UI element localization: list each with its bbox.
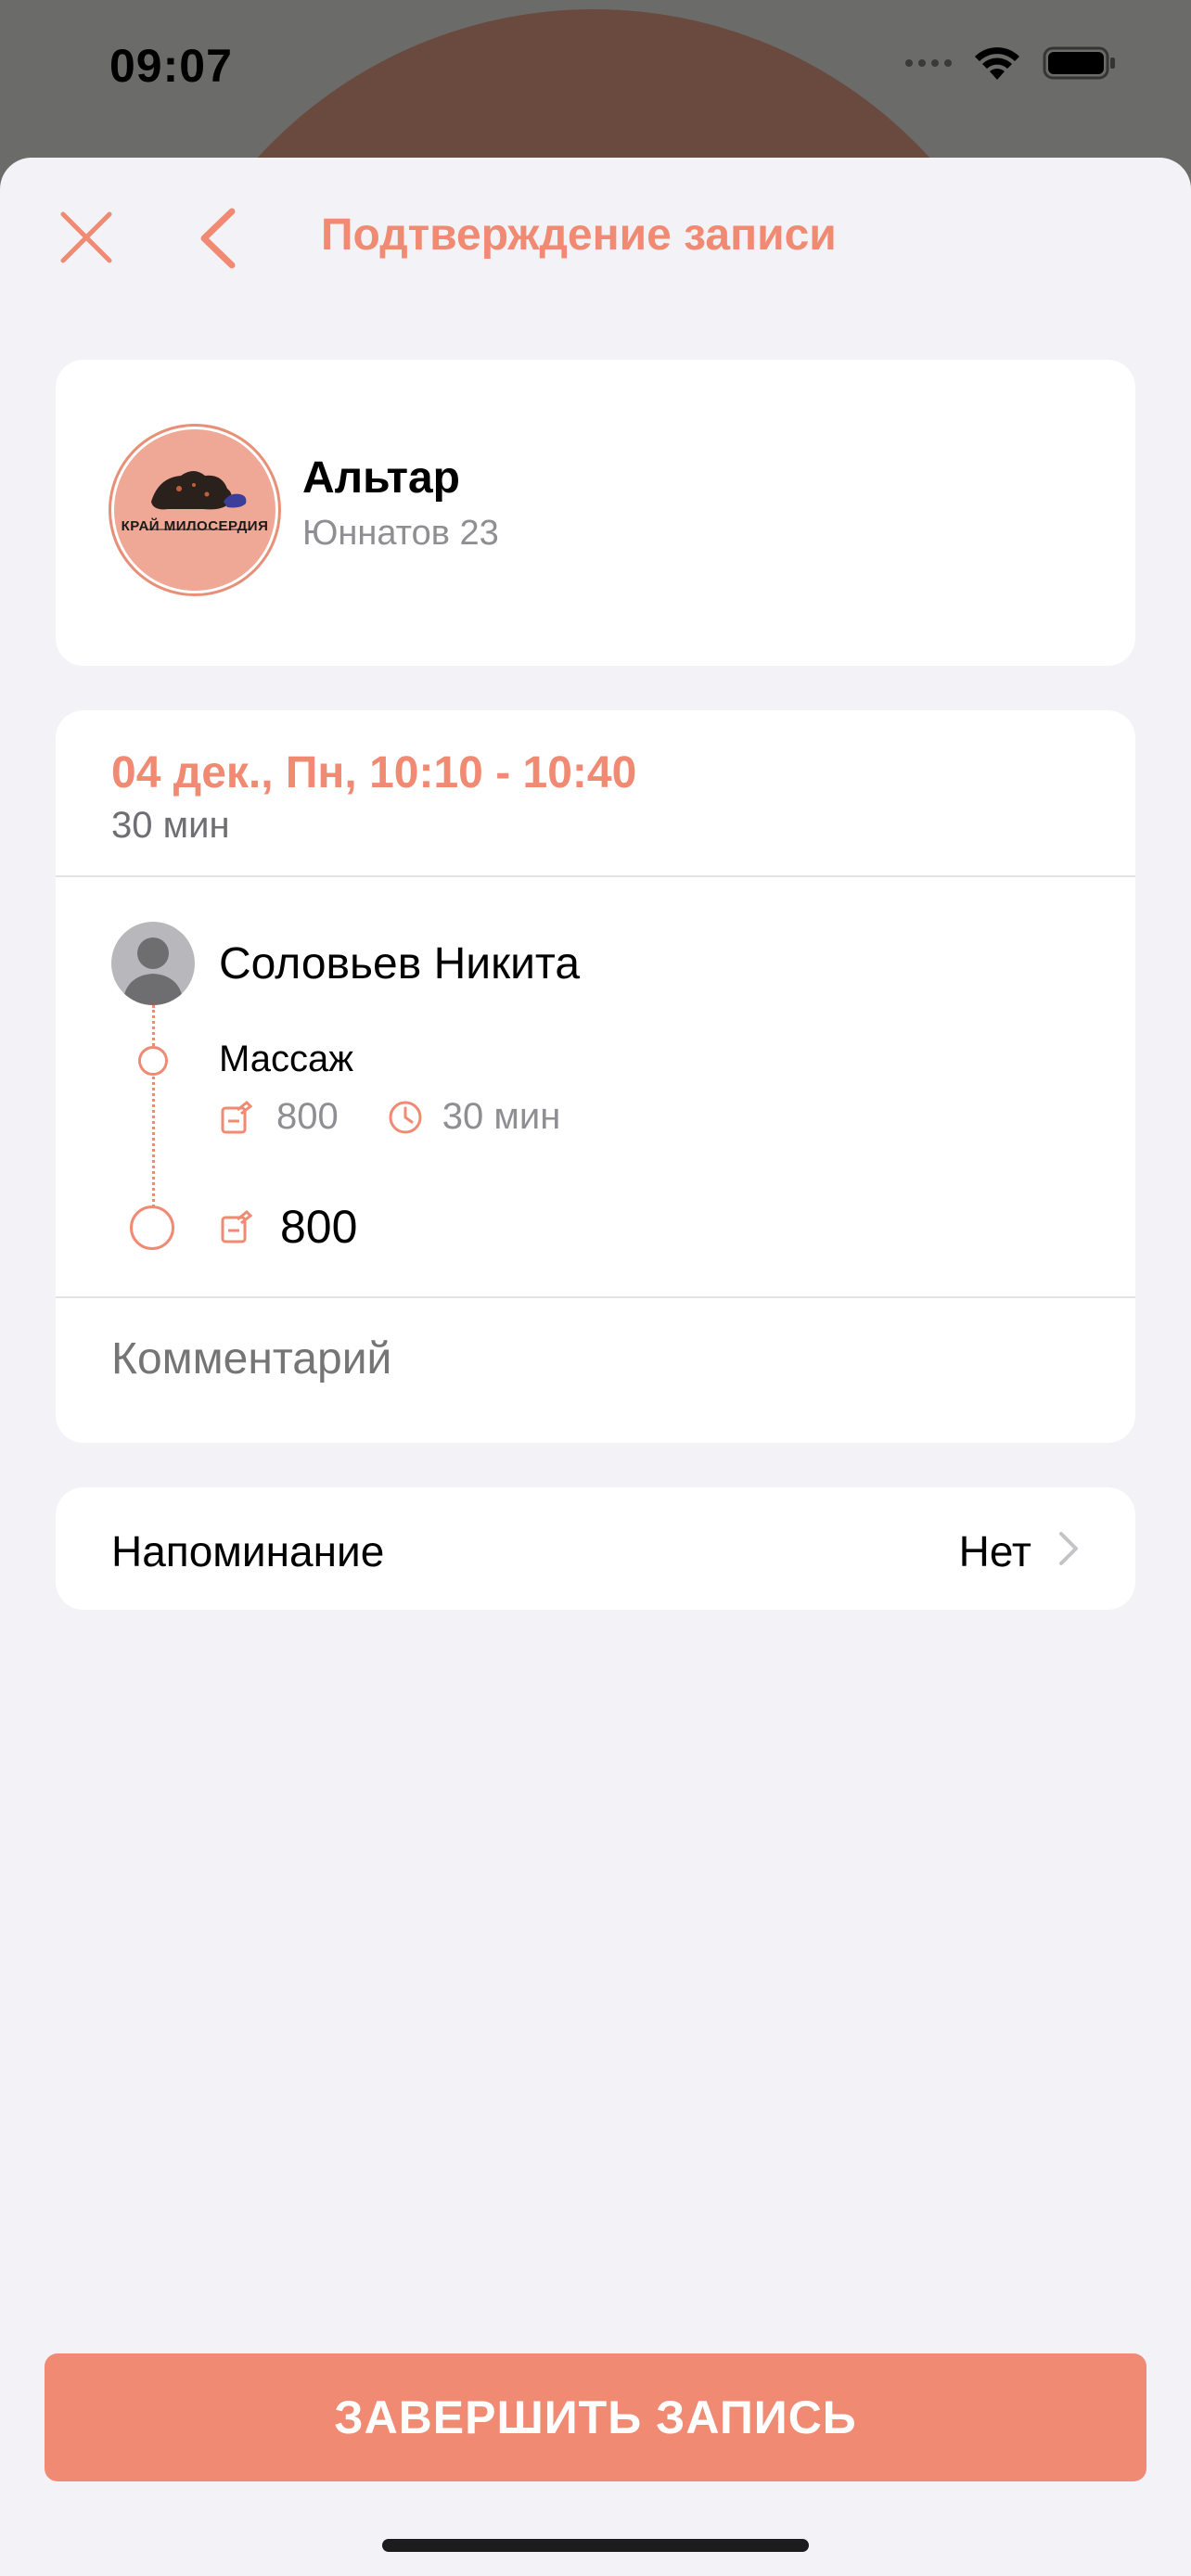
status-icons (905, 45, 1117, 82)
page-title: Подтверждение записи (321, 210, 837, 260)
navigation-bar: Подтверждение записи (0, 158, 1191, 315)
chevron-left-icon[interactable] (195, 206, 241, 271)
status-time: 09:07 (109, 40, 233, 92)
venue-logo: КРАЙ МИЛОСЕРДИЯ (111, 427, 278, 593)
total-price: 800 (280, 1201, 358, 1253)
staff-name: Соловьев Никита (219, 939, 581, 988)
logo-text: КРАЙ МИЛОСЕРДИЯ (121, 518, 269, 534)
reminder-value: Нет (958, 1527, 1031, 1575)
timeline-connector (152, 1005, 155, 1224)
booking-details-card: 04 дек., Пн, 10:10 - 10:40 30 мин Соловь… (56, 710, 1135, 1443)
clock-icon (389, 1101, 422, 1133)
venue-name: Альтар (302, 453, 460, 503)
divider (56, 1296, 1135, 1298)
wifi-icon (975, 47, 1019, 80)
reminder-row[interactable]: Напоминание Нет (56, 1487, 1135, 1610)
booking-sheet: Подтверждение записи КРАЙ МИЛОСЕРДИЯ Аль… (0, 158, 1191, 2576)
venue-card[interactable]: КРАЙ МИЛОСЕРДИЯ Альтар Юннатов 23 (56, 360, 1135, 666)
service-duration: 30 мин (442, 1096, 561, 1137)
service-meta: 800 30 мин (219, 1096, 560, 1138)
price-tag-icon (221, 1100, 252, 1133)
signal-icon (905, 59, 952, 67)
battery-icon (1043, 46, 1115, 80)
avatar (111, 922, 195, 1005)
service-name: Массаж (219, 1039, 354, 1079)
booking-date-time: 04 дек., Пн, 10:10 - 10:40 (111, 748, 637, 797)
chevron-right-icon (1059, 1532, 1078, 1565)
timeline-dot (138, 1046, 168, 1076)
home-indicator (382, 2539, 809, 2552)
venue-address: Юннатов 23 (302, 514, 499, 553)
divider (56, 875, 1135, 877)
price-tag-icon (221, 1209, 252, 1243)
service-price: 800 (276, 1096, 339, 1137)
status-bar: 09:07 (0, 0, 1191, 139)
total-price-row: 800 (219, 1200, 357, 1254)
reminder-label: Напоминание (111, 1527, 385, 1575)
booking-duration: 30 мин (111, 805, 230, 846)
finish-booking-button[interactable]: ЗАВЕРШИТЬ ЗАПИСЬ (45, 2353, 1146, 2481)
comment-input[interactable] (111, 1333, 1080, 1384)
close-icon[interactable] (58, 209, 115, 266)
timeline-end-dot (130, 1205, 174, 1250)
